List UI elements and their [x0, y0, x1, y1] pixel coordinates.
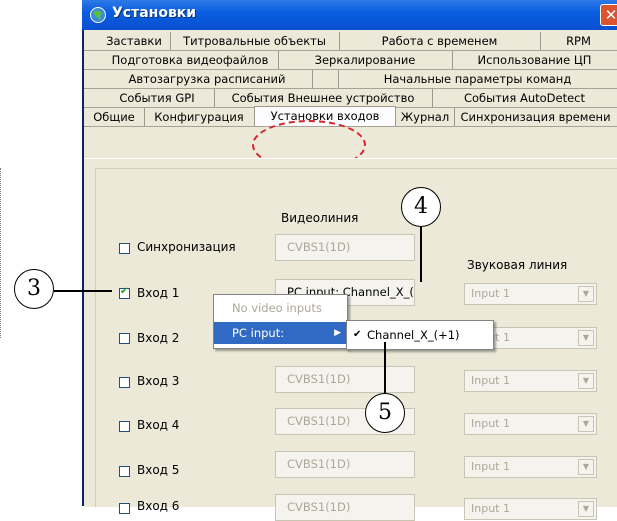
input-4-label: Вход 4 — [137, 418, 180, 432]
input-4-audio-select[interactable]: Input 1 ▼ — [464, 413, 597, 435]
chevron-down-icon: ▼ — [578, 373, 594, 389]
left-edge-line — [0, 168, 2, 338]
checkmark-icon: ✔ — [353, 329, 362, 340]
input-3-video-source[interactable]: CVBS1(1D) — [275, 366, 415, 393]
input-6-label: Вход 6 — [137, 499, 180, 513]
tab-mirroring[interactable]: Зеркалирование — [278, 51, 453, 69]
callout-4: 4 — [401, 187, 441, 227]
input-6-audio-value: Input 1 — [471, 502, 510, 515]
window-title: Установки — [112, 5, 197, 21]
sync-label: Синхронизация — [137, 240, 236, 254]
sync-video-source: CVBS1(1D) — [275, 234, 415, 261]
video-line-header: Видеолиния — [281, 211, 359, 225]
tab-row-5: Общие Конфигурация Установки входов Журн… — [84, 106, 617, 127]
tab-configuration[interactable]: Конфигурация — [144, 108, 255, 126]
tab-gpi-events[interactable]: События GPI — [100, 89, 215, 107]
input-6-audio-select[interactable]: Input 1 ▼ — [464, 498, 597, 520]
tab-blank[interactable] — [312, 70, 339, 88]
input-1-label: Вход 1 — [137, 286, 180, 300]
input-5-audio-select[interactable]: Input 1 ▼ — [464, 456, 597, 478]
globe-icon — [90, 7, 106, 23]
input-3-audio-value: Input 1 — [471, 374, 510, 387]
tab-row-2: Подготовка видеофайлов Зеркалирование Ис… — [84, 51, 617, 70]
callout-3: 3 — [14, 269, 54, 309]
pc-input-submenu: ✔ Channel_X_(+1) — [346, 320, 494, 350]
input-1-audio-select[interactable]: Input 1 ▼ — [464, 283, 597, 305]
chevron-down-icon: ▼ — [578, 330, 594, 346]
input-1-audio-value: Input 1 — [471, 287, 510, 300]
input-5-checkbox[interactable] — [119, 466, 130, 477]
tab-screensavers[interactable]: Заставки — [98, 32, 171, 50]
menu-item-no-video-inputs: No video inputs — [232, 301, 322, 315]
input-1-checkbox[interactable] — [119, 286, 130, 299]
input-3-checkbox[interactable] — [119, 377, 130, 388]
tab-row-3: Автозагрузка расписаний Начальные параме… — [84, 70, 617, 89]
input-3-audio-select[interactable]: Input 1 ▼ — [464, 370, 597, 392]
tab-title-objects[interactable]: Титровальные объекты — [170, 32, 340, 50]
input-5-audio-value: Input 1 — [471, 460, 510, 473]
close-button[interactable]: ✕ — [600, 4, 617, 26]
input-5-label: Вход 5 — [137, 463, 180, 477]
input-4-audio-value: Input 1 — [471, 417, 510, 430]
submenu-item-channel-x-label: Channel_X_(+1) — [367, 328, 460, 342]
tab-time-work[interactable]: Работа с временем — [339, 32, 541, 50]
audio-line-header: Звуковая линия — [467, 258, 568, 272]
tab-log[interactable]: Журнал — [396, 108, 455, 126]
submenu-arrow-icon: ▶ — [334, 328, 341, 338]
chevron-down-icon: ▼ — [578, 286, 594, 302]
submenu-item-channel-x[interactable]: ✔ Channel_X_(+1) — [347, 324, 493, 346]
input-5-video-source[interactable]: CVBS1(1D) — [275, 451, 415, 478]
tab-autoload-schedules[interactable]: Автозагрузка расписаний — [102, 70, 313, 88]
callout-5-leader — [384, 342, 386, 393]
input-4-checkbox[interactable] — [119, 421, 130, 432]
tab-time-sync[interactable]: Синхронизация времени — [454, 108, 617, 126]
input-6-checkbox[interactable] — [119, 503, 130, 514]
tab-row-1: Заставки Титровальные объекты Работа с в… — [84, 32, 617, 51]
video-context-menu: No video inputs PC input: ▶ — [213, 294, 348, 349]
tab-video-prep[interactable]: Подготовка видеофайлов — [102, 51, 279, 69]
sync-checkbox[interactable] — [119, 243, 130, 254]
tab-general[interactable]: Общие — [84, 108, 145, 126]
input-6-video-source[interactable]: CVBS1(1D) — [275, 494, 415, 521]
callout-3-leader — [54, 290, 112, 292]
chevron-down-icon: ▼ — [578, 501, 594, 517]
callout-5: 5 — [365, 393, 405, 433]
chevron-down-icon: ▼ — [578, 459, 594, 475]
callout-4-leader — [420, 227, 422, 282]
tab-autodetect-events[interactable]: События AutoDetect — [432, 89, 617, 107]
tab-external-device-events[interactable]: События Внешнее устройство — [214, 89, 433, 107]
tab-rpm[interactable]: RPM — [540, 32, 617, 50]
input-2-label: Вход 2 — [137, 331, 180, 345]
menu-item-pc-input[interactable]: PC input: ▶ — [214, 322, 347, 344]
tab-initial-params[interactable]: Начальные параметры команд — [338, 70, 617, 88]
input-2-checkbox[interactable] — [119, 333, 130, 344]
chevron-down-icon: ▼ — [578, 416, 594, 432]
input-3-label: Вход 3 — [137, 374, 180, 388]
menu-item-pc-input-label: PC input: — [232, 326, 285, 340]
tab-cpu-usage[interactable]: Использование ЦП — [452, 51, 617, 69]
